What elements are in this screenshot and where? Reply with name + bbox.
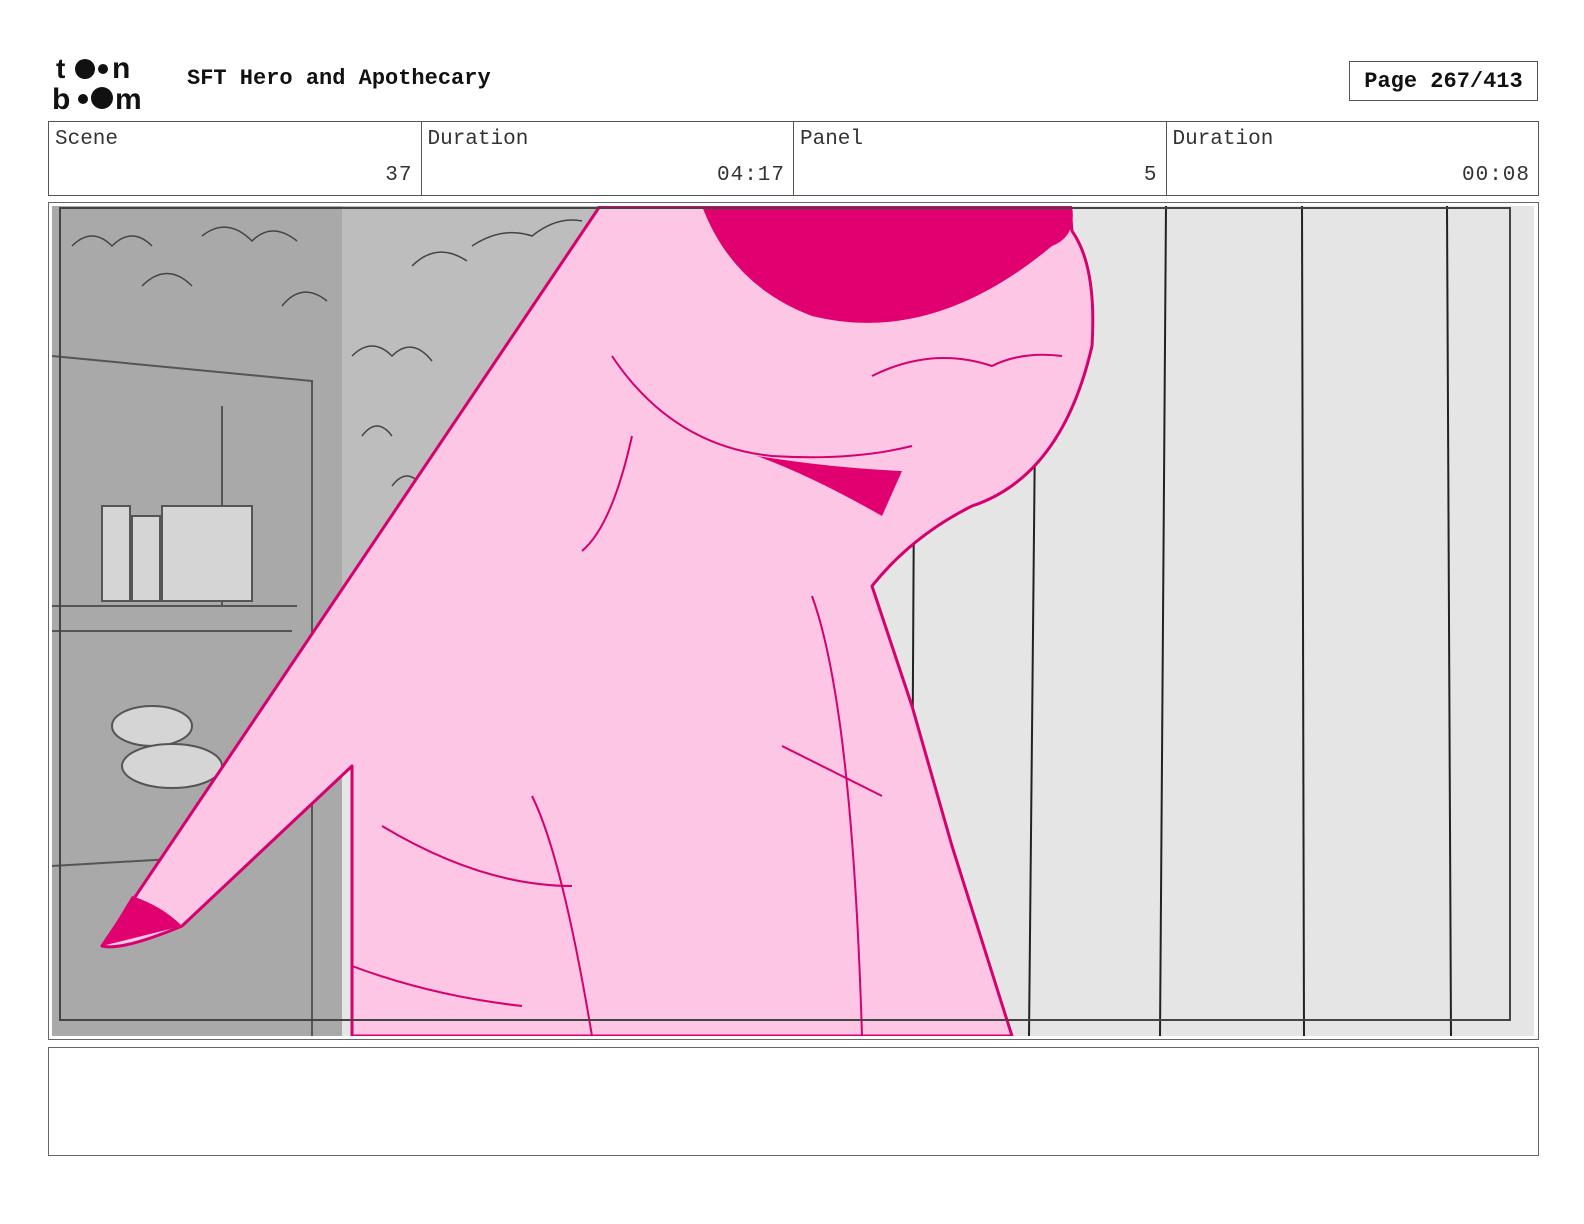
project-title: SFT Hero and Apothecary xyxy=(187,66,491,91)
toon-boom-logo: t n b m xyxy=(52,52,142,112)
panel-notes-box xyxy=(48,1047,1539,1156)
scene-info-table: Scene 37 Duration 04:17 Panel 5 Duration… xyxy=(48,121,1539,196)
scene-cell: Scene 37 xyxy=(49,122,422,195)
scene-label: Scene xyxy=(55,128,119,151)
panel-duration-label: Duration xyxy=(1172,128,1274,151)
svg-text:b: b xyxy=(52,83,70,112)
panel-cell: Panel 5 xyxy=(794,122,1167,195)
svg-text:m: m xyxy=(115,83,142,112)
scene-duration-cell: Duration 04:17 xyxy=(422,122,794,195)
svg-text:n: n xyxy=(112,52,130,85)
panel-value: 5 xyxy=(1143,164,1158,187)
svg-text:t: t xyxy=(56,53,65,84)
scene-duration-label: Duration xyxy=(427,128,529,151)
panel-duration-value: 00:08 xyxy=(1461,164,1530,187)
scene-duration-value: 04:17 xyxy=(716,164,785,187)
panel-label: Panel xyxy=(800,128,864,151)
storyboard-panel-image xyxy=(52,206,1534,1036)
scene-value: 37 xyxy=(385,164,413,187)
page-number-badge: Page 267/413 xyxy=(1349,61,1538,101)
panel-duration-cell: Duration 00:08 xyxy=(1167,122,1539,195)
